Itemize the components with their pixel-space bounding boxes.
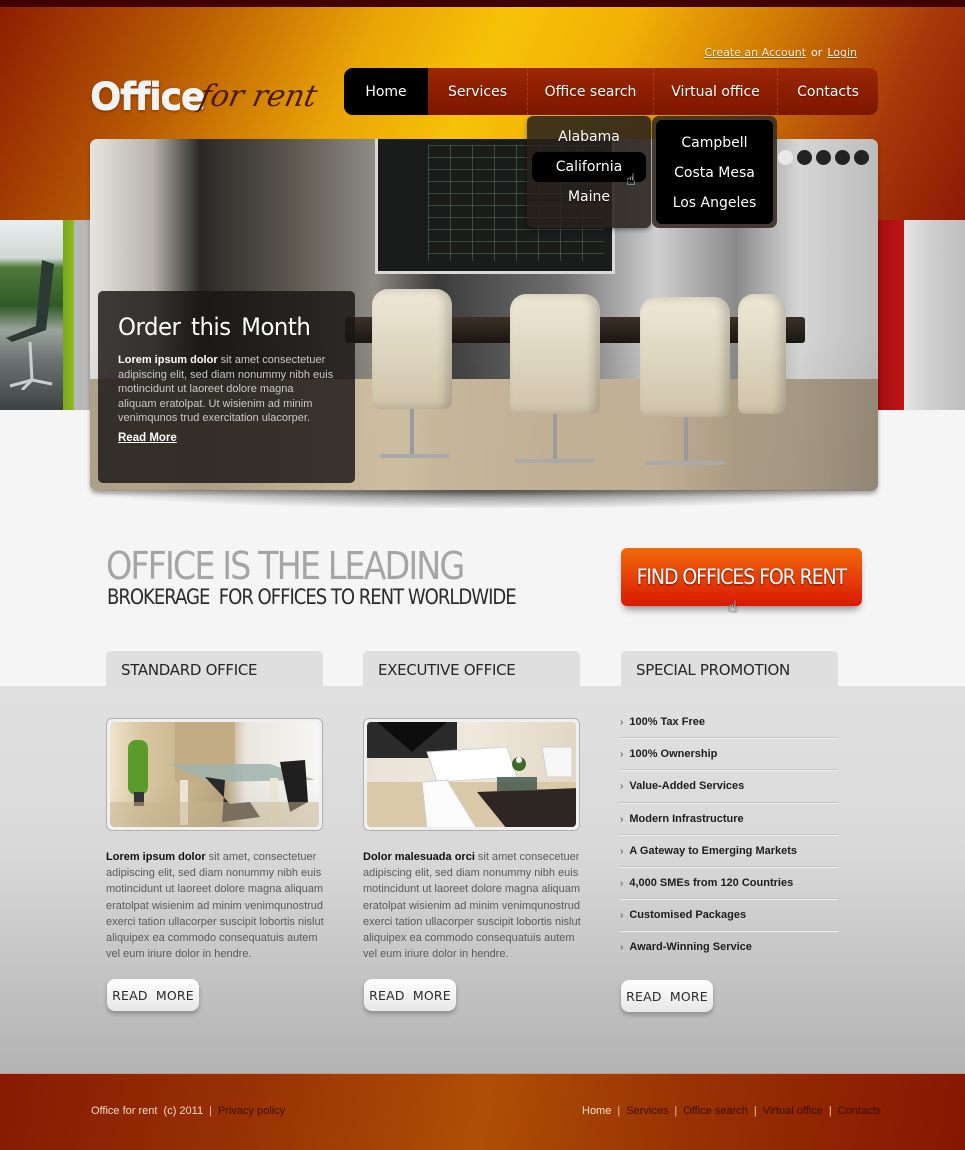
dropdown-item-costa-mesa[interactable]: Costa Mesa (656, 158, 773, 188)
slider-dot[interactable] (797, 150, 812, 165)
dropdown-item-campbell[interactable]: Campbell (656, 128, 773, 158)
banner-shadow (100, 490, 870, 508)
chevron-right-icon: › (620, 781, 624, 793)
promotion-list: › 100% Tax Free › 100% Ownership › Value-Ad… (620, 706, 838, 964)
promotion-item[interactable]: › 100% Ownership (620, 738, 838, 771)
promotion-item[interactable]: › Modern Infrastructure (620, 803, 838, 835)
footer-separator: | (617, 1105, 621, 1117)
chevron-right-icon: › (620, 749, 624, 761)
chevron-right-icon: › (620, 942, 624, 954)
banner-text-bold: Lorem ipsum dolor (118, 354, 218, 366)
logo-main-text: Office (90, 75, 206, 118)
chair-icon (6, 260, 54, 390)
chair-image (510, 294, 600, 414)
footer-nav: Home | Services | Office search | Virtual offi… (582, 1105, 881, 1117)
privacy-policy-link[interactable]: Privacy policy (218, 1105, 285, 1117)
side-image-right (878, 220, 965, 410)
find-offices-button[interactable]: FIND OFFICES FOR RENT (621, 548, 862, 606)
executive-office-image[interactable] (363, 718, 580, 831)
executive-office-heading: EXECUTIVE OFFICE (363, 651, 580, 687)
lounge-illustration (367, 722, 576, 827)
footer-separator: | (209, 1105, 212, 1117)
footer-link-contacts[interactable]: Contacts (838, 1105, 881, 1117)
chevron-right-icon: › (620, 877, 624, 889)
login-link[interactable]: Login (827, 46, 857, 59)
dropdown-item-los-angeles[interactable]: Los Angeles (656, 188, 773, 218)
nav-contacts[interactable]: Contacts (778, 68, 878, 115)
chair-image (640, 297, 730, 417)
slider-dot[interactable] (835, 150, 850, 165)
cities-dropdown-inner: Campbell Costa Mesa Los Angeles (656, 120, 773, 224)
footer-copyright-area: Office for rent (c) 2011 | Privacy policy (91, 1105, 285, 1117)
chevron-right-icon: › (620, 845, 624, 857)
top-bar (0, 0, 965, 7)
footer-link-virtual-office[interactable]: Virtual office (763, 1105, 823, 1117)
banner-read-more-link[interactable]: Read More (118, 432, 177, 444)
promotion-item[interactable]: › 100% Tax Free (620, 706, 838, 739)
promotion-read-more-button[interactable]: READ MORE (621, 980, 713, 1012)
nav-home[interactable]: Home (344, 68, 428, 115)
slider-dot[interactable] (778, 150, 793, 165)
standard-office-heading: STANDARD OFFICE (106, 651, 323, 687)
standard-office-text-bold: Lorem ipsum dolor (106, 851, 206, 863)
promotion-item[interactable]: › Customised Packages (620, 899, 838, 932)
footer: Office for rent (c) 2011 | Privacy policy … (0, 1073, 965, 1150)
banner-title: Order this Month (118, 313, 311, 341)
slider-dots (778, 150, 869, 165)
office-desk-illustration (110, 722, 319, 827)
logo-script-text: for rent (196, 79, 321, 114)
slider-dot[interactable] (854, 150, 869, 165)
standard-office-read-more-button[interactable]: READ MORE (107, 979, 199, 1011)
footer-link-office-search[interactable]: Office search (683, 1105, 748, 1117)
promotion-item[interactable]: › Award-Winning Service (620, 931, 838, 963)
nav-services[interactable]: Services (428, 68, 528, 115)
nav-office-search[interactable]: Office search (528, 68, 654, 115)
executive-office-read-more-button[interactable]: READ MORE (364, 979, 456, 1011)
chair-image (372, 289, 452, 409)
chair-image (738, 294, 786, 414)
main-nav: Home Services Office search Virtual offi… (344, 68, 878, 115)
chevron-right-icon: › (620, 910, 624, 922)
hand-cursor-icon: ☝ (728, 597, 738, 616)
special-promotion-heading: SPECIAL PROMOTION (621, 651, 838, 687)
footer-link-services[interactable]: Services (626, 1105, 668, 1117)
standard-office-text-body: sit amet, consectetuer adipiscing elit, … (106, 851, 324, 961)
cities-dropdown: Campbell Costa Mesa Los Angeles (652, 116, 777, 228)
find-offices-label: FIND OFFICES FOR RENT (636, 565, 848, 589)
dropdown-item-alabama[interactable]: Alabama (527, 122, 651, 152)
side-image-left (0, 220, 90, 410)
hand-cursor-icon: ☝ (626, 170, 636, 189)
slider-dot[interactable] (816, 150, 831, 165)
footer-separator: | (753, 1105, 757, 1117)
footer-separator: | (674, 1105, 678, 1117)
slogan-heading: OFFICE IS THE LEADING (106, 544, 465, 588)
or-text: or (811, 46, 823, 59)
promotion-item[interactable]: › A Gateway to Emerging Markets (620, 835, 838, 867)
chevron-right-icon: › (620, 717, 624, 728)
footer-link-home[interactable]: Home (582, 1105, 611, 1117)
create-account-link[interactable]: Create an Account (704, 46, 806, 59)
standard-office-image[interactable] (106, 718, 323, 831)
executive-office-text-body: sit amet consecetuer adipiscing elit, se… (363, 851, 581, 961)
executive-office-text: Dolor malesuada orci sit amet consecetue… (363, 849, 583, 962)
standard-office-text: Lorem ipsum dolor sit amet, consectetuer… (106, 849, 326, 962)
banner-caption: Order this Month Lorem ipsum dolor sit a… (98, 291, 355, 483)
account-links: Create an Account or Login (704, 46, 857, 59)
nav-virtual-office[interactable]: Virtual office (654, 68, 778, 115)
promotion-item[interactable]: › 4,000 SMEs from 120 Countries (620, 867, 838, 900)
footer-separator: | (828, 1105, 832, 1117)
executive-office-text-bold: Dolor malesuada orci (363, 851, 475, 863)
copyright-text: Office for rent (c) 2011 (91, 1105, 204, 1117)
promotion-item[interactable]: › Value-Added Services (620, 770, 838, 803)
slogan-subheading: BROKERAGE FOR OFFICES TO RENT WORLDWIDE (107, 585, 517, 609)
banner-text: Lorem ipsum dolor sit amet consectetuer … (118, 353, 335, 426)
chevron-right-icon: › (620, 813, 624, 825)
